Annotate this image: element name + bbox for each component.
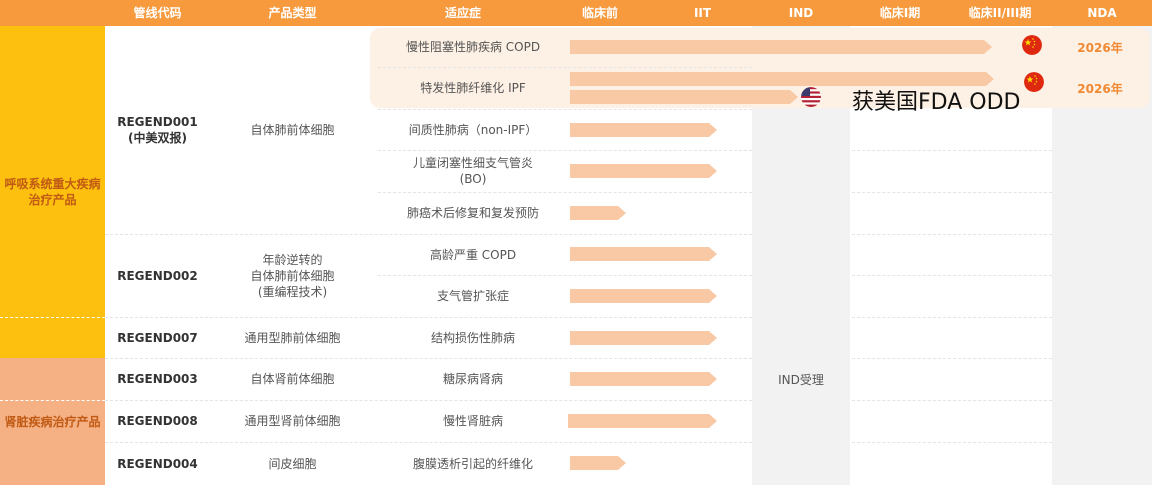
indication-ipf: 特发性肺纤维化 IPF (420, 81, 526, 95)
product-type-regend002: 年龄逆转的 自体肺前体细胞 (重编程技术) (210, 234, 375, 317)
progress-bar (570, 123, 717, 137)
pipeline-code-regend008: REGEND008 (117, 414, 198, 428)
product-type-regend007: 通用型肺前体细胞 (244, 330, 341, 345)
progress-bar (570, 289, 717, 303)
pipeline-code-regend007: REGEND007 (117, 330, 198, 345)
category-respiratory: 呼吸系统重大疾病治疗产品 (0, 26, 105, 358)
product-type-line: (重编程技术) (257, 284, 328, 299)
indication-line: (BO) (459, 172, 487, 186)
indication-ckd: 慢性肾脏病 (442, 414, 503, 428)
indication-lung-cancer: 肺癌术后修复和复发预防 (406, 206, 539, 220)
ind-accepted-label: IND受理 (778, 373, 824, 387)
indication-structural-lung: 结构损伤性肺病 (430, 330, 515, 345)
progress-bar (570, 40, 992, 54)
row-divider (852, 192, 1052, 193)
header-type: 产品类型 (268, 6, 317, 20)
header-phase23: 临床II/III期 (968, 6, 1032, 20)
product-type-regend003: 自体肾前体细胞 (250, 372, 335, 386)
indication-diabetic-kidney: 糖尿病肾病 (442, 372, 503, 386)
progress-bar (570, 164, 717, 178)
table-header: 管线代码 产品类型 适应症 临床前 IIT IND 临床I期 临床II/III期… (0, 0, 1152, 26)
progress-bar (568, 414, 717, 428)
pipeline-code-sub: (中美双报) (128, 131, 187, 145)
row-divider (852, 442, 1052, 443)
category-divider (0, 400, 105, 401)
header-nda: NDA (1087, 6, 1117, 20)
nda-year: 2026年 (1077, 82, 1123, 96)
header-code: 管线代码 (133, 6, 182, 20)
nda-year: 2026年 (1077, 41, 1123, 55)
us-flag-icon (801, 87, 821, 107)
pipeline-code-regend002: REGEND002 (117, 268, 198, 283)
progress-bar (570, 372, 717, 386)
progress-bar (570, 206, 626, 220)
indication-severe-copd: 高龄严重 COPD (429, 247, 517, 262)
row-divider (852, 358, 1052, 359)
header-iit: IIT (693, 6, 712, 20)
progress-bar (570, 90, 798, 104)
pipeline-code: REGEND001 (117, 115, 198, 129)
progress-bar (570, 331, 717, 345)
product-type-line: 年龄逆转的 (262, 252, 323, 267)
indication-non-ipf: 间质性肺病（non-IPF） (408, 122, 538, 137)
indication-peritoneal-fibrosis: 腹膜透析引起的纤维化 (412, 456, 533, 471)
product-type-regend008: 通用型肾前体细胞 (244, 414, 341, 428)
indication-line: 儿童闭塞性细支气管炎 (412, 156, 533, 170)
pipeline-code-regend003: REGEND003 (117, 372, 198, 386)
progress-bar (570, 247, 717, 261)
indication-bronchiectasis: 支气管扩张症 (436, 289, 509, 303)
category-kidney: 肾脏疾病治疗产品 (0, 358, 105, 485)
header-phase1: 临床I期 (879, 6, 921, 20)
pipeline-code-regend001: REGEND001 (中美双报) (105, 26, 210, 234)
row-divider (852, 400, 1052, 401)
indication-bo: 儿童闭塞性细支气管炎 (BO) (378, 150, 568, 192)
row-divider (852, 150, 1052, 151)
china-flag-icon (1022, 35, 1042, 55)
product-type-regend001: 自体肺前体细胞 (250, 123, 335, 137)
category-divider (0, 317, 105, 318)
china-flag-icon (1024, 72, 1044, 92)
row-divider (852, 275, 1052, 276)
indication-copd: 慢性阻塞性肺疾病 COPD (405, 40, 541, 54)
pipeline-code-regend004: REGEND004 (117, 456, 198, 471)
header-ind: IND (788, 6, 814, 20)
product-type-regend004: 间皮细胞 (268, 456, 317, 471)
fda-odd-label: 获美国FDA ODD (852, 90, 1021, 115)
row-divider (852, 234, 1052, 235)
progress-bar (570, 456, 626, 470)
product-type-line: 自体肺前体细胞 (250, 268, 335, 283)
header-preclinical: 临床前 (581, 6, 618, 20)
row-divider (852, 317, 1052, 318)
header-indication: 适应症 (444, 6, 481, 20)
